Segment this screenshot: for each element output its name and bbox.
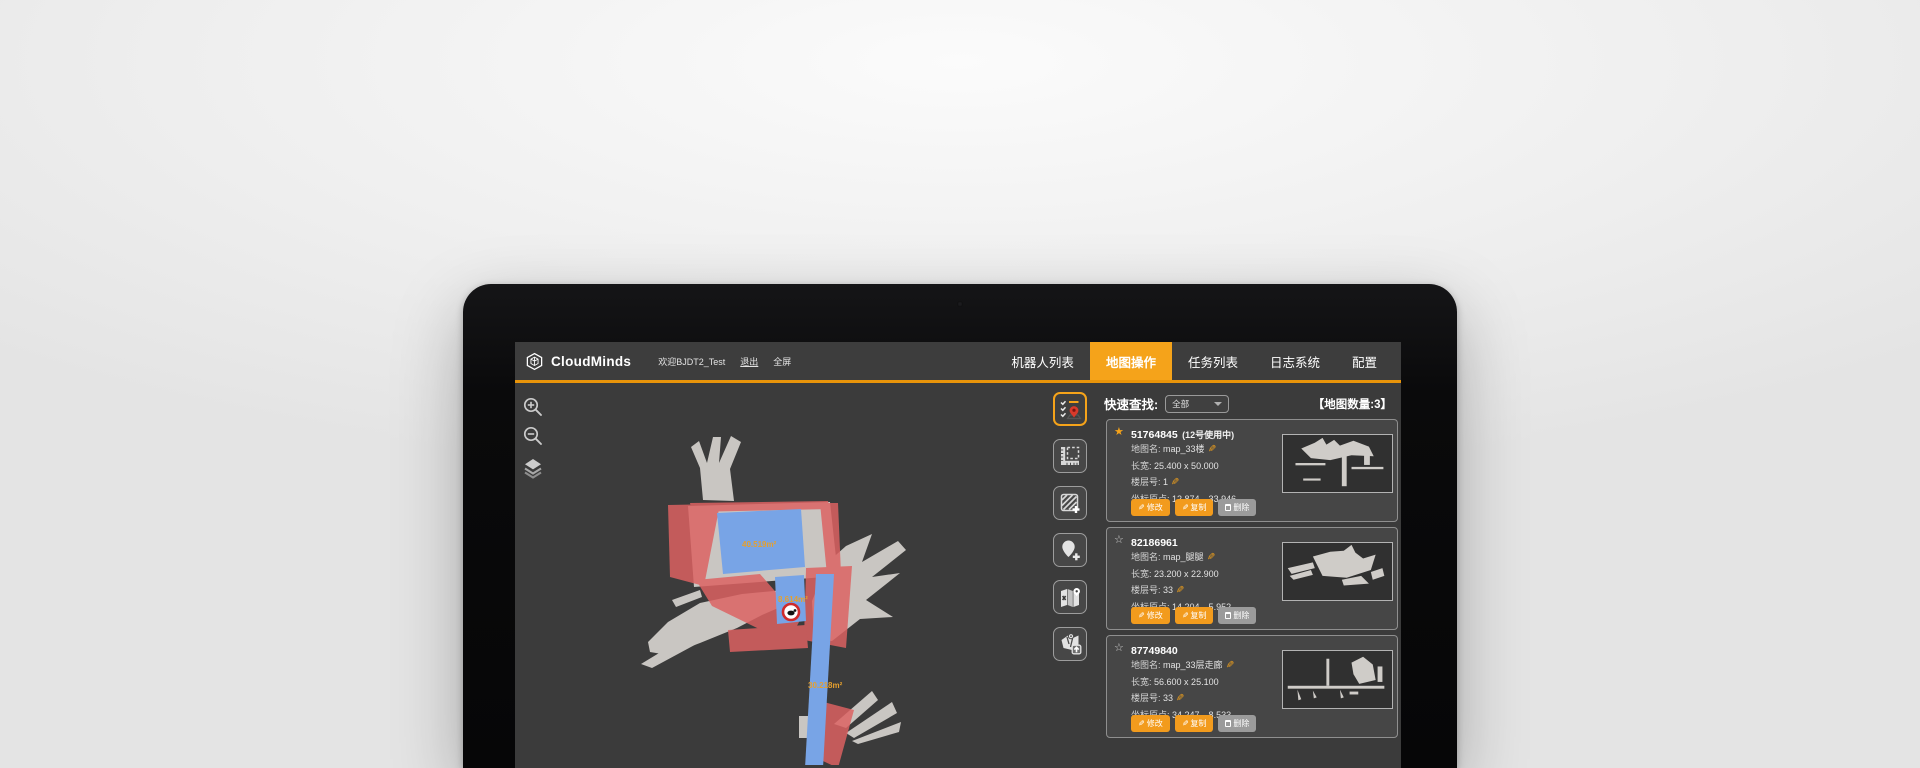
brand: CloudMinds	[525, 342, 631, 380]
tab-robot-list[interactable]: 机器人列表	[995, 342, 1090, 380]
top-navbar: CloudMinds 欢迎BJDT2_Test 退出 全屏 机器人列表 地图操作…	[515, 342, 1401, 383]
map-upload-icon	[1058, 632, 1082, 656]
tool-virtual-wall-add[interactable]	[1053, 486, 1087, 520]
brand-name: CloudMinds	[551, 354, 631, 369]
map-id: 87749840	[1131, 645, 1178, 657]
tab-config[interactable]: 配置	[1336, 342, 1393, 380]
filter-select[interactable]: 全部	[1165, 395, 1229, 413]
edit-button[interactable]: ✎修改	[1131, 715, 1170, 732]
measure-area-icon	[1058, 444, 1082, 468]
map-card: ☆ 82186961 地图名: map_腿腿✎ 长宽: 23.200 x 22.…	[1106, 527, 1398, 630]
delete-button[interactable]: 删除	[1218, 607, 1256, 624]
field-floor: 楼层号: 33✎	[1131, 582, 1231, 599]
area-label-2: 8.614m²	[778, 595, 808, 604]
field-size: 长宽: 56.600 x 25.100	[1131, 674, 1234, 690]
map-controls	[521, 395, 545, 480]
laptop-frame: CloudMinds 欢迎BJDT2_Test 退出 全屏 机器人列表 地图操作…	[463, 284, 1457, 768]
field-name: 地图名: map_腿腿✎	[1131, 549, 1231, 566]
tab-map-operation[interactable]: 地图操作	[1090, 342, 1172, 380]
delete-button[interactable]: 删除	[1218, 499, 1256, 516]
map-card: ☆ 87749840 地图名: map_33层走廊✎ 长宽: 56.600 x …	[1106, 635, 1398, 738]
map-id: 82186961	[1131, 537, 1178, 549]
star-icon[interactable]: ☆	[1114, 641, 1124, 654]
edit-pencil-icon[interactable]: ✎	[1176, 583, 1184, 599]
zoom-in-icon[interactable]	[521, 395, 545, 419]
tool-measure-area[interactable]	[1053, 439, 1087, 473]
tab-task-list[interactable]: 任务列表	[1172, 342, 1254, 380]
map-toolbar	[1053, 392, 1087, 661]
star-icon[interactable]: ★	[1114, 425, 1124, 438]
area-label-3: 30.218m²	[808, 681, 843, 690]
map-id: 51764845	[1131, 429, 1178, 441]
app-screen: CloudMinds 欢迎BJDT2_Test 退出 全屏 机器人列表 地图操作…	[515, 342, 1401, 768]
field-floor: 楼层号: 33✎	[1131, 690, 1234, 707]
virtual-wall-add-icon	[1058, 491, 1082, 515]
welcome-text: 欢迎BJDT2_Test	[658, 355, 725, 368]
edit-pencil-icon[interactable]: ✎	[1171, 475, 1179, 491]
trash-icon	[1225, 720, 1231, 727]
zoom-out-icon[interactable]	[521, 424, 545, 448]
fullscreen-link[interactable]: 全屏	[773, 355, 791, 368]
tool-task-location[interactable]	[1053, 392, 1087, 426]
edit-pencil-icon[interactable]: ✎	[1207, 550, 1215, 566]
filter-selected-value: 全部	[1172, 398, 1214, 410]
field-size: 长宽: 25.400 x 50.000	[1131, 458, 1236, 474]
logout-link[interactable]: 退出	[740, 355, 758, 368]
tool-poi-add[interactable]	[1053, 533, 1087, 567]
edit-pencil-icon[interactable]: ✎	[1226, 658, 1234, 674]
field-floor: 楼层号: 1✎	[1131, 474, 1236, 491]
edit-button[interactable]: ✎修改	[1131, 607, 1170, 624]
webcam-dot	[957, 301, 963, 307]
map-card: ★ 51764845 (12号使用中) 地图名: map_33楼✎ 长宽: 25…	[1106, 419, 1398, 522]
delete-button[interactable]: 删除	[1218, 715, 1256, 732]
tab-log-system[interactable]: 日志系统	[1254, 342, 1336, 380]
in-use-badge: (12号使用中)	[1182, 430, 1234, 440]
map-marker-icon	[1058, 585, 1082, 609]
main-menu: 机器人列表 地图操作 任务列表 日志系统 配置	[995, 342, 1393, 380]
tool-map-upload[interactable]	[1053, 627, 1087, 661]
layers-icon[interactable]	[521, 456, 545, 480]
field-name: 地图名: map_33层走廊✎	[1131, 657, 1234, 674]
edit-button[interactable]: ✎修改	[1131, 499, 1170, 516]
copy-button[interactable]: ✎复制	[1175, 499, 1214, 516]
map-count: 【地图数量:3】	[1313, 396, 1392, 412]
area-label-1: 40.519m²	[742, 540, 777, 549]
field-size: 长宽: 23.200 x 22.900	[1131, 566, 1231, 582]
cloudminds-logo-icon	[525, 352, 544, 371]
main-content: 40.519m² 8.614m² 30.218m²	[515, 383, 1401, 765]
map-thumbnail	[1282, 542, 1393, 601]
copy-button[interactable]: ✎复制	[1175, 607, 1214, 624]
tool-map-marker[interactable]	[1053, 580, 1087, 614]
task-location-icon	[1058, 397, 1082, 421]
field-name: 地图名: map_33楼✎	[1131, 441, 1236, 458]
poi-add-icon	[1058, 538, 1082, 562]
map-list-panel: 快速查找: 全部 【地图数量:3】 ★ 51764845 (12号使用中)	[1100, 383, 1401, 765]
map-thumbnail	[1282, 434, 1393, 493]
copy-button[interactable]: ✎复制	[1175, 715, 1214, 732]
panel-header: 快速查找: 全部 【地图数量:3】	[1104, 394, 1392, 413]
trash-icon	[1225, 504, 1231, 511]
edit-pencil-icon[interactable]: ✎	[1208, 442, 1216, 458]
trash-icon	[1225, 612, 1231, 619]
quick-search-label: 快速查找:	[1104, 394, 1158, 413]
no-entry-sign-icon	[783, 604, 799, 620]
star-icon[interactable]: ☆	[1114, 533, 1124, 546]
chevron-down-icon	[1214, 402, 1222, 406]
edit-pencil-icon[interactable]: ✎	[1176, 691, 1184, 707]
map-canvas[interactable]: 40.519m² 8.614m² 30.218m²	[515, 383, 1055, 765]
map-thumbnail	[1282, 650, 1393, 709]
